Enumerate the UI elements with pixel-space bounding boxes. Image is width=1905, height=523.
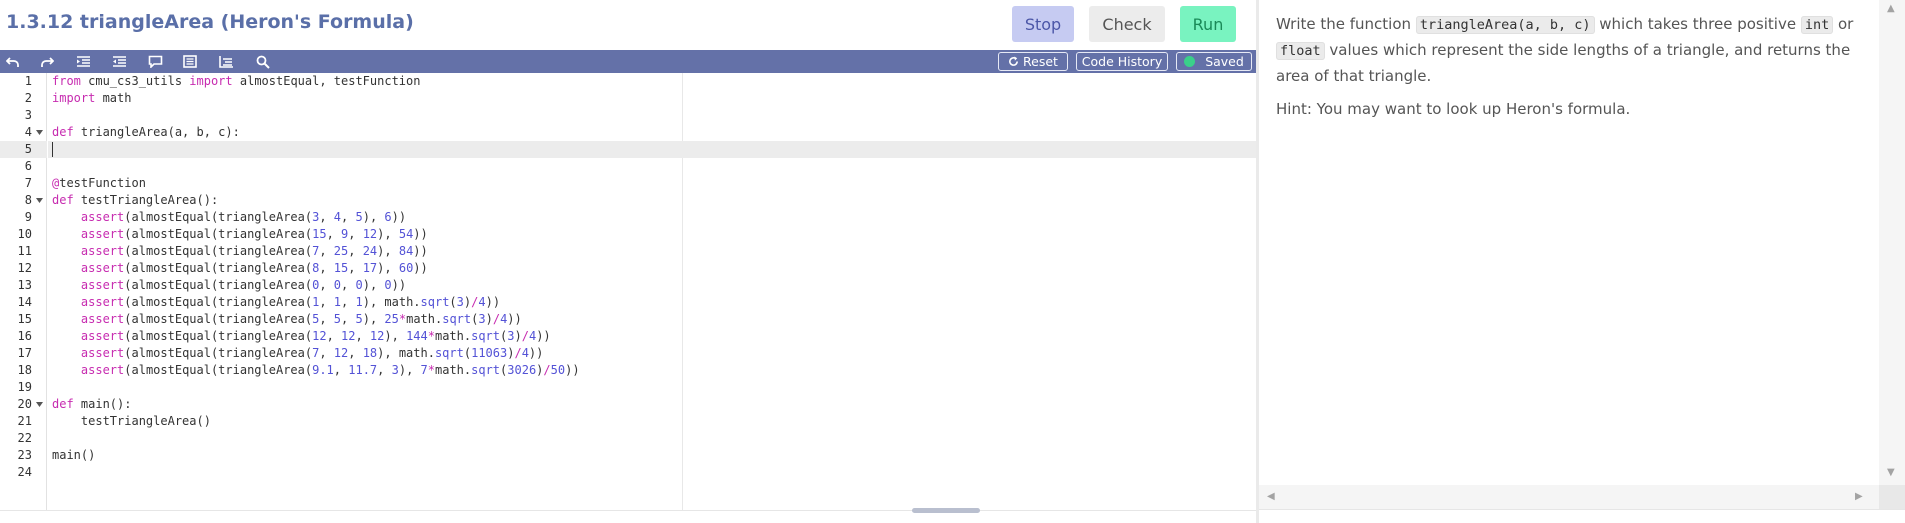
pane-resize-handle[interactable] <box>912 508 980 513</box>
code-line[interactable]: assert(almostEqual(triangleArea(7, 25, 2… <box>52 243 428 260</box>
line-number: 10 <box>17 227 32 241</box>
editor-pane: 1.3.12 triangleArea (Heron's Formula) St… <box>0 0 1256 523</box>
code-line[interactable]: assert(almostEqual(triangleArea(0, 0, 0)… <box>52 277 406 294</box>
line-number: 14 <box>17 295 32 309</box>
editor-bottom-bar <box>0 510 1256 523</box>
line-number: 9 <box>24 210 32 224</box>
code-line[interactable]: assert(almostEqual(triangleArea(3, 4, 5)… <box>52 209 406 226</box>
int-type-code: int <box>1800 16 1834 34</box>
line-number: 2 <box>24 91 32 105</box>
code-editor[interactable]: 1 2 3 4 5 6 7 8 9 10 11 12 13 14 15 16 17 18 19 20 21 22 23 24 … <box>0 73 1256 510</box>
page-title: 1.3.12 triangleArea (Heron's Formula) <box>6 11 414 33</box>
outdent-icon[interactable] <box>106 50 132 73</box>
reset-button[interactable]: Reset <box>998 52 1068 71</box>
editor-toolbar: Reset Code History Saved <box>0 50 1256 73</box>
line-number: 22 <box>17 431 32 445</box>
code-line[interactable]: @testFunction <box>52 175 146 192</box>
line-number: 1 <box>24 74 32 88</box>
saved-status-button[interactable]: Saved <box>1176 52 1252 71</box>
line-number: 13 <box>17 278 32 292</box>
line-number: 18 <box>17 363 32 377</box>
active-line-highlight <box>48 141 1256 158</box>
comment-icon[interactable] <box>142 50 168 73</box>
line-number: 7 <box>24 176 32 190</box>
undo-icon[interactable] <box>0 50 26 73</box>
line-number-gutter: 1 2 3 4 5 6 7 8 9 10 11 12 13 14 15 16 17 18 19 20 21 22 23 24 <box>0 73 47 510</box>
code-line[interactable]: from cmu_cs3_utils import almostEqual, t… <box>52 73 420 90</box>
code-line[interactable]: testTriangleArea() <box>52 413 211 430</box>
line-number: 5 <box>24 142 32 156</box>
line-number: 11 <box>17 244 32 258</box>
line-number: 3 <box>24 108 32 122</box>
line-number: 4 <box>24 125 32 139</box>
code-line[interactable]: assert(almostEqual(triangleArea(12, 12, … <box>52 328 551 345</box>
line-number: 15 <box>17 312 32 326</box>
code-line[interactable]: assert(almostEqual(triangleArea(15, 9, 1… <box>52 226 428 243</box>
line-number: 16 <box>17 329 32 343</box>
instructions-paragraph: Write the function triangleArea(a, b, c)… <box>1276 15 1854 85</box>
line-number: 23 <box>17 448 32 462</box>
fold-toggle-icon[interactable] <box>36 396 44 413</box>
code-line[interactable]: import math <box>52 90 131 107</box>
fold-toggle-icon[interactable] <box>36 124 44 141</box>
code-line[interactable]: assert(almostEqual(triangleArea(8, 15, 1… <box>52 260 428 277</box>
float-type-code: float <box>1276 42 1325 60</box>
saved-label: Saved <box>1205 54 1244 69</box>
function-signature-code: triangleArea(a, b, c) <box>1415 16 1595 34</box>
redo-icon[interactable] <box>34 50 60 73</box>
vertical-scrollbar[interactable]: ▲ ▼ <box>1879 0 1905 485</box>
exercise-header: 1.3.12 triangleArea (Heron's Formula) St… <box>0 0 1256 50</box>
line-number: 6 <box>24 159 32 173</box>
instructions-text: Write the function triangleArea(a, b, c)… <box>1276 12 1866 130</box>
line-number: 21 <box>17 414 32 428</box>
horizontal-scrollbar[interactable]: ◀ ▶ <box>1259 485 1879 509</box>
line-number: 17 <box>17 346 32 360</box>
code-line[interactable]: assert(almostEqual(triangleArea(5, 5, 5)… <box>52 311 522 328</box>
code-line[interactable]: main() <box>52 447 95 464</box>
scroll-right-icon[interactable]: ▶ <box>1855 492 1863 502</box>
line-number: 12 <box>17 261 32 275</box>
fold-all-icon[interactable] <box>213 50 239 73</box>
reset-icon <box>1009 56 1018 66</box>
scroll-left-icon[interactable]: ◀ <box>1267 492 1275 502</box>
code-line[interactable]: assert(almostEqual(triangleArea(9.1, 11.… <box>52 362 580 379</box>
code-line[interactable]: def main(): <box>52 396 131 413</box>
line-number: 8 <box>24 193 32 207</box>
instructions-bottom-bar <box>1259 509 1905 523</box>
stop-button[interactable]: Stop <box>1012 6 1074 42</box>
line-number: 19 <box>17 380 32 394</box>
code-line[interactable]: def triangleArea(a, b, c): <box>52 124 240 141</box>
line-number: 24 <box>17 465 32 479</box>
scroll-down-icon[interactable]: ▼ <box>1887 468 1895 478</box>
code-text-area[interactable]: from cmu_cs3_utils import almostEqual, t… <box>48 73 1256 510</box>
code-line[interactable]: assert(almostEqual(triangleArea(1, 1, 1)… <box>52 294 500 311</box>
reset-label: Reset <box>1023 54 1058 69</box>
fold-toggle-icon[interactable] <box>36 192 44 209</box>
scrollbar-corner <box>1879 485 1905 509</box>
format-icon[interactable] <box>177 50 203 73</box>
line-number: 20 <box>17 397 32 411</box>
instructions-pane: Write the function triangleArea(a, b, c)… <box>1259 0 1905 523</box>
run-button[interactable]: Run <box>1180 6 1236 42</box>
search-icon[interactable] <box>250 50 276 73</box>
text-cursor <box>52 142 53 157</box>
saved-status-dot <box>1184 56 1196 67</box>
code-line[interactable]: assert(almostEqual(triangleArea(7, 12, 1… <box>52 345 543 362</box>
code-line[interactable]: def testTriangleArea(): <box>52 192 218 209</box>
code-history-button[interactable]: Code History <box>1076 52 1168 71</box>
check-button[interactable]: Check <box>1089 6 1165 42</box>
indent-icon[interactable] <box>70 50 96 73</box>
scroll-up-icon[interactable]: ▲ <box>1887 4 1895 14</box>
hint-text: Hint: You may want to look up Heron's fo… <box>1276 100 1631 118</box>
